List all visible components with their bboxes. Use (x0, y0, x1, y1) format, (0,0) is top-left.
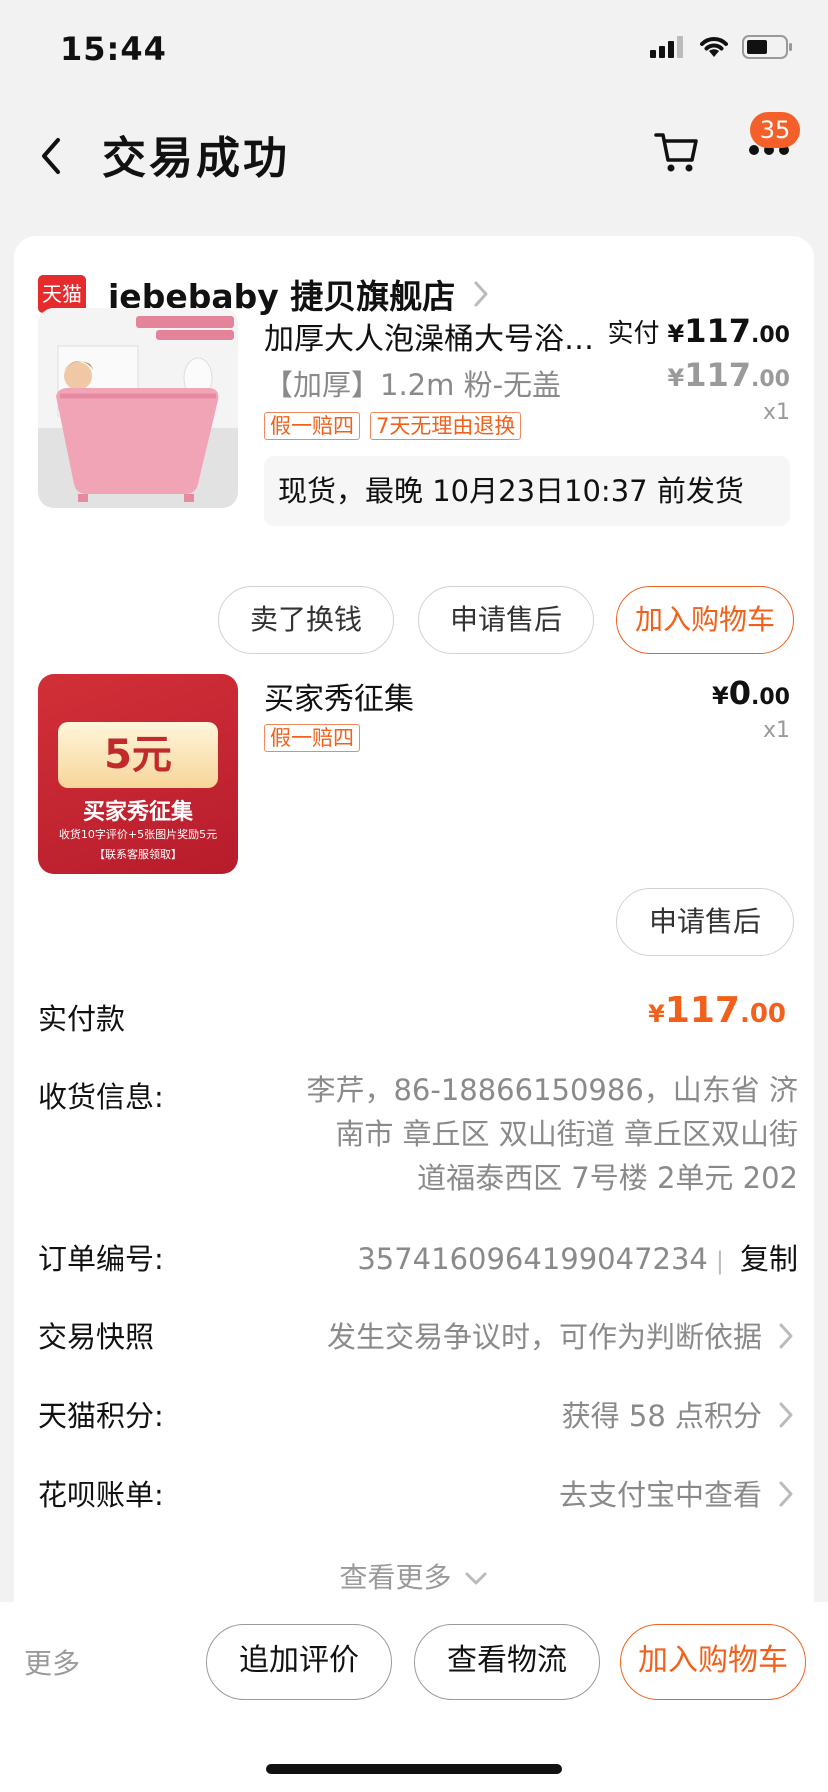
address-value: 李芹，86-18866150986，山东省 济 南市 章丘区 双山街道 章丘区双… (278, 1068, 798, 1200)
cart-icon[interactable] (654, 130, 700, 174)
status-bar: 15:44 (0, 0, 828, 100)
price-integer: 117 (684, 312, 752, 350)
chevron-down-icon (465, 1572, 487, 1585)
wifi-icon (700, 37, 728, 57)
product-title[interactable]: 买家秀征集 (264, 674, 614, 718)
battery-icon (742, 35, 792, 59)
yen-symbol: ¥ (667, 320, 685, 348)
order-card: 天猫 jebebaby 捷贝旗舰店 加厚大人泡澡桶大号浴… 【加厚】1.2m 粉… (14, 236, 814, 1626)
address-line: 道福泰西区 7号楼 2单元 202 (417, 1161, 798, 1195)
chevron-right-icon (779, 1481, 793, 1507)
service-tags: 假一赔四 (264, 724, 360, 752)
page-title: 交易成功 (102, 133, 290, 184)
total-label: 实付款 (38, 1002, 126, 1036)
service-tags: 假一赔四 7天无理由退换 (264, 412, 522, 440)
see-more-button[interactable]: 查看更多 (14, 1556, 814, 1596)
product-title[interactable]: 加厚大人泡澡桶大号浴… (264, 314, 614, 358)
cart-badge: 35 (750, 112, 800, 148)
view-logistics-button[interactable]: 查看物流 (414, 1624, 600, 1700)
back-arrow-icon[interactable] (34, 136, 68, 176)
after-sale-button[interactable]: 申请售后 (418, 586, 594, 654)
order-number-label: 订单编号: (38, 1242, 164, 1276)
chevron-right-icon (474, 281, 488, 307)
promo-amount: 5元 (58, 722, 218, 788)
add-review-button[interactable]: 追加评价 (206, 1624, 392, 1700)
status-icons (650, 34, 794, 60)
paid-label: 实付 (607, 319, 660, 349)
chevron-right-icon (779, 1323, 793, 1349)
price-integer: 0 (728, 674, 752, 712)
chevron-right-icon (779, 1402, 793, 1428)
see-more-label: 查看更多 (339, 1561, 452, 1594)
order-number-value: 3574160964199047234 | 复制 (357, 1236, 798, 1278)
product-spec: 【加厚】1.2m 粉-无盖 (264, 368, 562, 402)
promo-desc: 收货10字评价+5张图片奖励5元 (58, 828, 218, 841)
order-number: 3574160964199047234 (357, 1242, 708, 1276)
original-price: ¥117.00 (608, 356, 790, 394)
address-line: 李芹，86-18866150986，山东省 济 (306, 1073, 798, 1107)
promo-title: 买家秀征集 (82, 800, 193, 825)
promo-note: 【联系客服领取】 (94, 848, 182, 861)
price-column: ¥0.00 x1 (712, 674, 790, 743)
add-to-cart-button[interactable]: 加入购物车 (616, 586, 794, 654)
total-price: ¥117.00 (648, 990, 786, 1031)
sell-button[interactable]: 卖了换钱 (218, 586, 394, 654)
order-item[interactable]: 加厚大人泡澡桶大号浴… 【加厚】1.2m 粉-无盖 假一赔四 7天无理由退换 实… (38, 308, 790, 598)
promo-image[interactable]: 5元 买家秀征集 收货10字评价+5张图片奖励5元 【联系客服领取】 (38, 674, 238, 874)
item-price: ¥0.00 (712, 674, 790, 712)
shipping-notice: 现货，最晚 10月23日10:37 前发货 (264, 456, 790, 526)
divider: | (715, 1247, 724, 1275)
price-decimal: .00 (751, 323, 790, 348)
product-image[interactable] (38, 308, 238, 508)
price-column: 实付 ¥117.00 ¥117.00 x1 (608, 312, 791, 425)
address-line: 南市 章丘区 双山街道 章丘区双山街 (335, 1117, 798, 1151)
price-decimal: .00 (751, 367, 790, 392)
huabei-label: 花呗账单: (38, 1478, 164, 1512)
service-tag: 7天无理由退换 (370, 412, 522, 440)
snapshot-value: 发生交易争议时，可作为判断依据 (326, 1320, 762, 1354)
price-decimal: .00 (751, 685, 790, 710)
service-tag: 假一赔四 (264, 724, 360, 752)
add-to-cart-button[interactable]: 加入购物车 (620, 1624, 806, 1700)
price-integer: 117 (684, 356, 752, 394)
service-tag: 假一赔四 (264, 412, 360, 440)
paid-price: 实付 ¥117.00 (608, 312, 791, 350)
signal-icon (650, 36, 683, 58)
snapshot-label: 交易快照 (38, 1320, 155, 1354)
yen-symbol: ¥ (667, 364, 685, 392)
address-label: 收货信息: (38, 1080, 164, 1114)
more-link[interactable]: 更多 (24, 1642, 80, 1682)
nav-bar: 交易成功 35 (0, 100, 828, 210)
yen-symbol: ¥ (648, 1000, 665, 1028)
status-time: 15:44 (60, 30, 167, 68)
huabei-value: 去支付宝中查看 (558, 1478, 762, 1512)
quantity: x1 (762, 400, 790, 425)
copy-button[interactable]: 复制 (740, 1242, 798, 1276)
yen-symbol: ¥ (712, 682, 729, 710)
home-indicator (266, 1764, 562, 1774)
order-item[interactable]: 5元 买家秀征集 收货10字评价+5张图片奖励5元 【联系客服领取】 买家秀征集… (38, 674, 790, 874)
price-integer: 117 (664, 990, 740, 1031)
quantity: x1 (762, 718, 790, 743)
after-sale-button[interactable]: 申请售后 (616, 888, 794, 956)
points-value: 获得 58 点积分 (561, 1399, 762, 1433)
price-decimal: .00 (739, 999, 786, 1029)
points-label: 天猫积分: (38, 1399, 164, 1433)
address-row: 收货信息: 李芹，86-18866150986，山东省 济 南市 章丘区 双山街… (38, 1073, 798, 1214)
